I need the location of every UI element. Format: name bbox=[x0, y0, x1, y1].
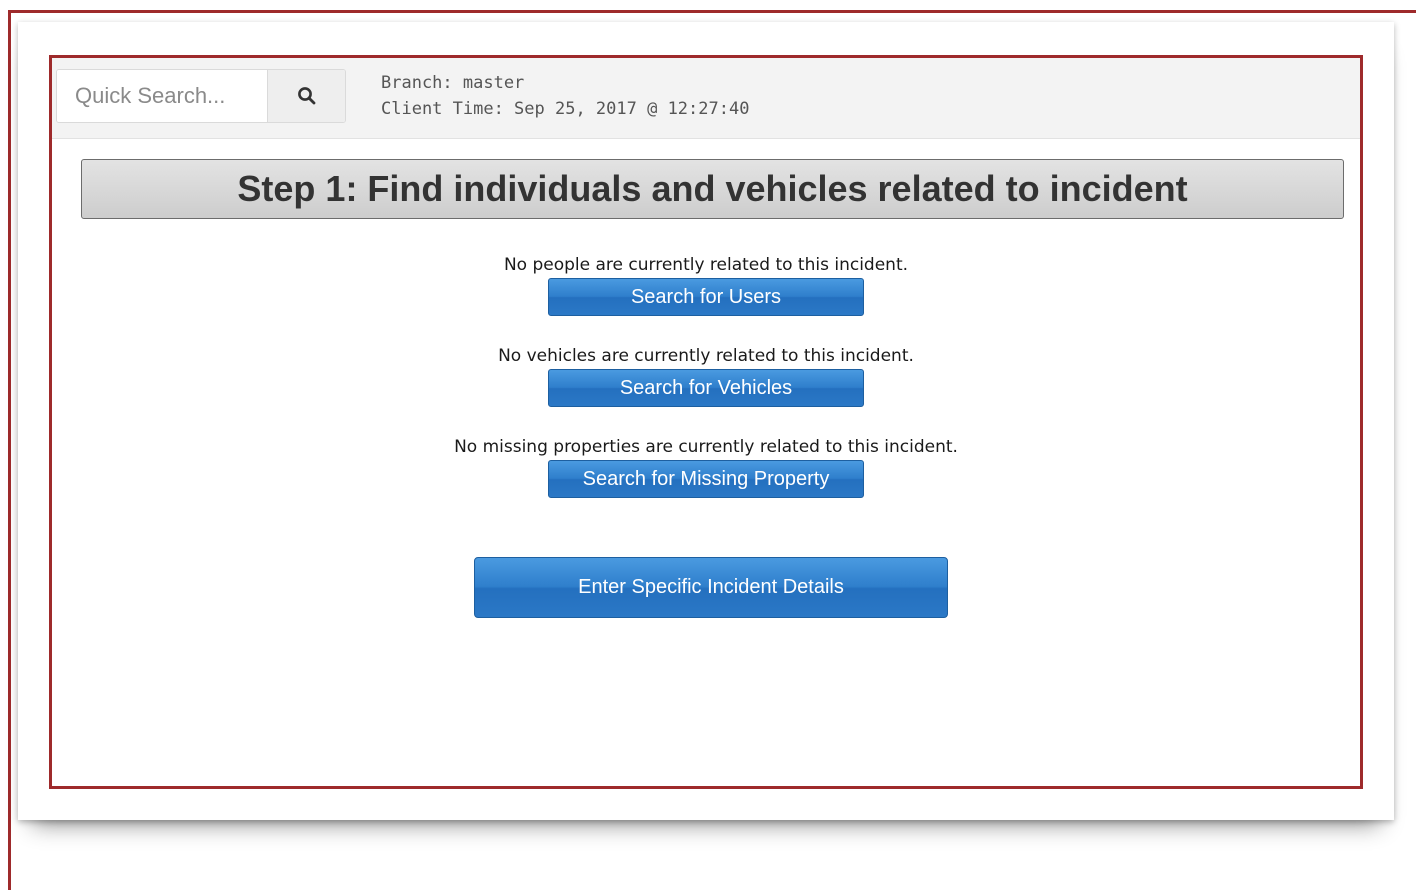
people-status-message: No people are currently related to this … bbox=[503, 255, 909, 275]
session-info: Branch: master Client Time: Sep 25, 2017… bbox=[381, 70, 749, 122]
people-section: No people are currently related to this … bbox=[52, 254, 1360, 316]
vehicles-section: No vehicles are currently related to thi… bbox=[52, 345, 1360, 407]
enter-incident-details-button[interactable]: Enter Specific Incident Details bbox=[474, 557, 948, 618]
missing-property-status-message: No missing properties are currently rela… bbox=[454, 437, 958, 457]
app-window: Branch: master Client Time: Sep 25, 2017… bbox=[49, 55, 1363, 789]
search-icon bbox=[297, 87, 315, 105]
quick-search-input[interactable] bbox=[57, 70, 269, 122]
search-vehicles-button[interactable]: Search for Vehicles bbox=[548, 369, 864, 407]
vehicles-status-message: No vehicles are currently related to thi… bbox=[498, 346, 914, 366]
client-time-label: Client Time: Sep 25, 2017 @ 12:27:40 bbox=[381, 99, 750, 119]
branch-label: Branch: master bbox=[381, 73, 525, 93]
quick-search bbox=[56, 69, 346, 123]
step-title: Step 1: Find individuals and vehicles re… bbox=[81, 159, 1344, 219]
search-missing-property-button[interactable]: Search for Missing Property bbox=[548, 460, 864, 498]
missing-property-section: No missing properties are currently rela… bbox=[52, 436, 1360, 498]
search-users-button[interactable]: Search for Users bbox=[548, 278, 864, 316]
quick-search-button[interactable] bbox=[267, 70, 345, 122]
top-bar: Branch: master Client Time: Sep 25, 2017… bbox=[52, 58, 1360, 139]
